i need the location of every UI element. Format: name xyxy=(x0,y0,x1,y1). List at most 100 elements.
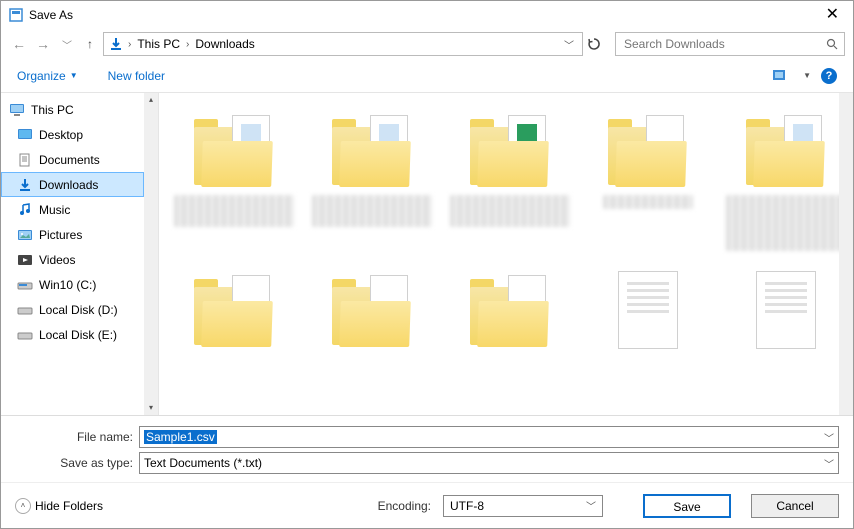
recent-dropdown[interactable]: ﹀ xyxy=(57,37,77,52)
chevron-right-icon: › xyxy=(128,39,131,50)
chevron-down-icon: ▼ xyxy=(70,71,78,80)
chevron-down-icon[interactable]: ▼ xyxy=(803,71,811,80)
saveastype-label: Save as type: xyxy=(15,456,133,470)
sidebar-item-drive-c[interactable]: Win10 (C:) xyxy=(1,272,158,297)
file-item[interactable] xyxy=(731,271,841,349)
breadcrumb-dropdown[interactable]: ﹀ xyxy=(560,37,578,52)
file-list[interactable] xyxy=(159,93,853,415)
filename-input[interactable]: Sample1.csv ﹀ xyxy=(139,426,839,448)
search-box[interactable] xyxy=(615,32,845,56)
scroll-down-icon[interactable]: ▾ xyxy=(144,401,158,415)
sidebar-item-label: Desktop xyxy=(39,128,83,142)
chevron-right-icon: › xyxy=(186,39,189,50)
sidebar-item-music[interactable]: Music xyxy=(1,197,158,222)
sidebar: This PC Desktop Documents Downloads Musi… xyxy=(1,93,159,415)
encoding-value: UTF-8 xyxy=(450,499,484,513)
organize-menu[interactable]: Organize ▼ xyxy=(17,69,78,83)
folder-item[interactable] xyxy=(179,111,289,251)
new-folder-button[interactable]: New folder xyxy=(108,69,165,83)
search-input[interactable] xyxy=(622,36,826,52)
sidebar-item-label: Videos xyxy=(39,253,75,267)
sidebar-item-desktop[interactable]: Desktop xyxy=(1,122,158,147)
forward-button[interactable]: → xyxy=(33,36,53,52)
sidebar-item-label: Local Disk (D:) xyxy=(39,303,118,317)
help-icon[interactable]: ? xyxy=(821,68,837,84)
drive-icon xyxy=(17,328,33,342)
videos-icon xyxy=(17,253,33,267)
sidebar-item-downloads[interactable]: Downloads xyxy=(1,172,144,197)
sidebar-item-drive-e[interactable]: Local Disk (E:) xyxy=(1,322,158,347)
folder-item[interactable] xyxy=(179,271,289,349)
search-icon xyxy=(826,38,838,50)
breadcrumb-this-pc[interactable]: This PC xyxy=(135,37,182,51)
chevron-down-icon[interactable]: ﹀ xyxy=(824,430,834,445)
title-left: Save As xyxy=(9,8,73,22)
encoding-label: Encoding: xyxy=(378,499,431,513)
save-button[interactable]: Save xyxy=(643,494,731,518)
sidebar-item-label: Documents xyxy=(39,153,100,167)
music-icon xyxy=(17,203,33,217)
folder-icon xyxy=(194,271,274,349)
scroll-up-icon[interactable]: ▴ xyxy=(144,93,158,107)
folder-item[interactable] xyxy=(731,111,841,251)
title-bar: Save As ✕ xyxy=(1,1,853,29)
folder-icon xyxy=(608,111,688,189)
folder-item[interactable] xyxy=(455,271,565,349)
chevron-down-icon[interactable]: ﹀ xyxy=(824,456,834,471)
folder-icon xyxy=(470,271,550,349)
breadcrumb-downloads[interactable]: Downloads xyxy=(193,37,256,51)
file-label xyxy=(174,195,294,227)
folder-icon xyxy=(194,111,274,189)
filename-value: Sample1.csv xyxy=(144,430,217,444)
sidebar-item-this-pc[interactable]: This PC xyxy=(1,97,158,122)
folder-icon xyxy=(332,111,412,189)
cancel-button[interactable]: Cancel xyxy=(751,494,839,518)
folder-item[interactable] xyxy=(593,111,703,251)
file-label xyxy=(450,195,570,227)
organize-label: Organize xyxy=(17,69,66,83)
folder-item[interactable] xyxy=(317,111,427,251)
document-icon xyxy=(618,271,678,349)
pc-icon xyxy=(9,103,25,117)
sidebar-item-label: Win10 (C:) xyxy=(39,278,96,292)
encoding-select[interactable]: UTF-8 ﹀ xyxy=(443,495,603,517)
back-button[interactable]: ← xyxy=(9,36,29,52)
up-button[interactable]: ↑ xyxy=(81,37,99,51)
file-item[interactable] xyxy=(593,271,703,349)
breadcrumb[interactable]: › This PC › Downloads ﹀ xyxy=(103,32,583,56)
content-scrollbar[interactable] xyxy=(839,93,853,415)
view-options-button[interactable] xyxy=(773,68,793,84)
sidebar-item-label: Downloads xyxy=(39,178,98,192)
filename-label: File name: xyxy=(15,430,133,444)
sidebar-item-label: Music xyxy=(39,203,70,217)
folder-icon xyxy=(470,111,550,189)
document-icon xyxy=(756,271,816,349)
pictures-icon xyxy=(17,228,33,242)
hide-folders-button[interactable]: ˄ Hide Folders xyxy=(15,498,103,514)
footer: ˄ Hide Folders Encoding: UTF-8 ﹀ Save Ca… xyxy=(1,482,853,528)
close-icon[interactable]: ✕ xyxy=(820,5,845,25)
sidebar-item-videos[interactable]: Videos xyxy=(1,247,158,272)
save-as-dialog: Save As ✕ ← → ﹀ ↑ › This PC › Downloads … xyxy=(0,0,854,529)
sidebar-item-documents[interactable]: Documents xyxy=(1,147,158,172)
file-label xyxy=(726,195,846,251)
toolbar: Organize ▼ New folder ▼ ? xyxy=(1,59,853,93)
refresh-button[interactable] xyxy=(587,37,611,51)
saveastype-select[interactable]: Text Documents (*.txt) ﹀ xyxy=(139,452,839,474)
form-area: File name: Sample1.csv ﹀ Save as type: T… xyxy=(1,415,853,482)
sidebar-item-label: Local Disk (E:) xyxy=(39,328,117,342)
drive-icon xyxy=(17,303,33,317)
saveastype-value: Text Documents (*.txt) xyxy=(144,456,262,470)
folder-item[interactable] xyxy=(317,271,427,349)
drive-icon xyxy=(17,278,33,292)
sidebar-item-drive-d[interactable]: Local Disk (D:) xyxy=(1,297,158,322)
nav-bar: ← → ﹀ ↑ › This PC › Downloads ﹀ xyxy=(1,29,853,59)
chevron-down-icon[interactable]: ﹀ xyxy=(586,498,596,513)
folder-icon xyxy=(746,111,826,189)
downloads-icon xyxy=(108,36,124,52)
sidebar-scrollbar[interactable]: ▴ ▾ xyxy=(144,93,158,415)
app-icon xyxy=(9,8,23,22)
hide-folders-label: Hide Folders xyxy=(35,499,103,513)
folder-item[interactable] xyxy=(455,111,565,251)
sidebar-item-pictures[interactable]: Pictures xyxy=(1,222,158,247)
